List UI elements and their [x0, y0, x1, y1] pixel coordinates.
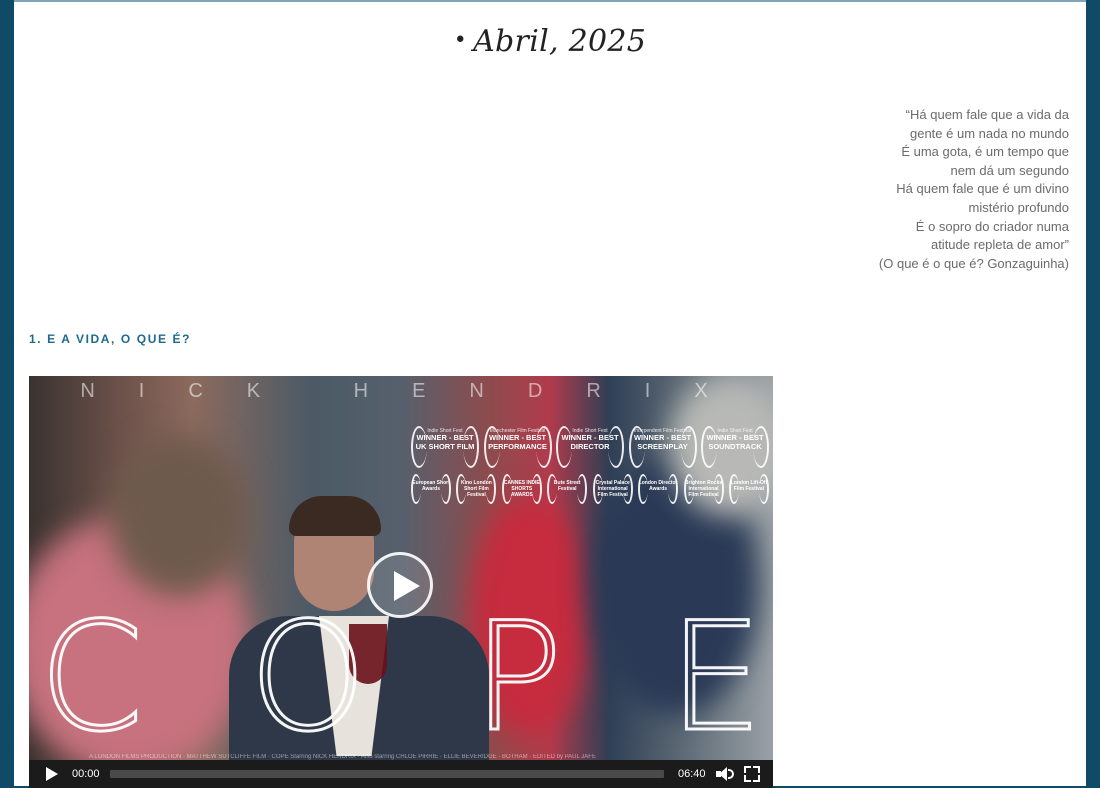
video-controls: 00:00 06:40: [29, 760, 773, 788]
epigraph: “Há quem fale que a vida da gente é um n…: [769, 106, 1069, 273]
selection-laurel: Kino London Short Film Festival: [456, 472, 497, 504]
poster-title: C O P E: [29, 591, 773, 765]
poster-director-name: NICK HENDRIX: [80, 380, 752, 402]
poster-title-letter: E: [667, 591, 765, 765]
award-laurel: Indie Short Fest WINNER - BEST UK SHORT …: [411, 424, 479, 468]
duration: 06:40: [678, 768, 706, 780]
selection-laurel: London Director Awards: [638, 472, 679, 504]
award-laurels: Indie Short Fest WINNER - BEST UK SHORT …: [411, 424, 769, 504]
selection-laurel: Crystal Palace International Film Festiv…: [592, 472, 633, 504]
award-laurel: Independent Film Festival WINNER - BEST …: [628, 424, 697, 468]
epigraph-line: nem dá um segundo: [950, 162, 1069, 178]
poster-title-letter: P: [471, 591, 564, 765]
award-laurel: Manchester Film Festival WINNER - BEST P…: [483, 424, 552, 468]
selection-laurel: CANNES INDIE SHORTS AWARDS: [501, 472, 542, 504]
progress-bar[interactable]: [110, 770, 664, 778]
epigraph-line: Há quem fale que é um divino: [896, 181, 1069, 197]
video-player[interactable]: NICK HENDRIX Indie Short Fest WINNER - B…: [29, 376, 773, 788]
volume-icon[interactable]: [716, 766, 734, 782]
poster-title-letter: O: [248, 591, 369, 765]
epigraph-attribution: (O que é o que é? Gonzaguinha): [878, 255, 1069, 271]
poster-title-letter: C: [38, 591, 146, 765]
selection-laurel: Brighton Rocks International Film Festiv…: [683, 472, 724, 504]
selection-laurel: Bute Street Festival: [547, 472, 588, 504]
section-heading: 1. E A VIDA, O QUE É?: [29, 332, 192, 346]
current-time: 00:00: [72, 768, 100, 780]
page-title: • Abril, 2025: [14, 24, 1086, 59]
selection-laurel: London Lift-Off Film Festival: [728, 472, 769, 504]
title-bullet: •: [453, 28, 468, 53]
award-laurel: Indie Short Fest WINNER - BEST DIRECTOR: [556, 424, 624, 468]
epigraph-line: mistério profundo: [968, 199, 1069, 215]
selection-laurel: European Short Awards: [411, 472, 451, 504]
page: • Abril, 2025 “Há quem fale que a vida da…: [14, 0, 1086, 788]
epigraph-line: atitude repleta de amor”: [930, 237, 1069, 253]
fullscreen-icon[interactable]: [744, 766, 760, 782]
epigraph-line: “Há quem fale que a vida da: [905, 107, 1069, 122]
epigraph-line: É uma gota, é um tempo que: [901, 144, 1069, 160]
title-text: Abril, 2025: [473, 24, 647, 59]
epigraph-line: É o sopro do criador numa: [915, 218, 1069, 234]
award-laurel: Indie Short Fest WINNER - BEST SOUNDTRAC…: [701, 424, 769, 468]
play-icon[interactable]: [46, 767, 58, 781]
epigraph-line: gente é um nada no mundo: [909, 125, 1069, 141]
play-overlay-button[interactable]: [367, 552, 433, 618]
